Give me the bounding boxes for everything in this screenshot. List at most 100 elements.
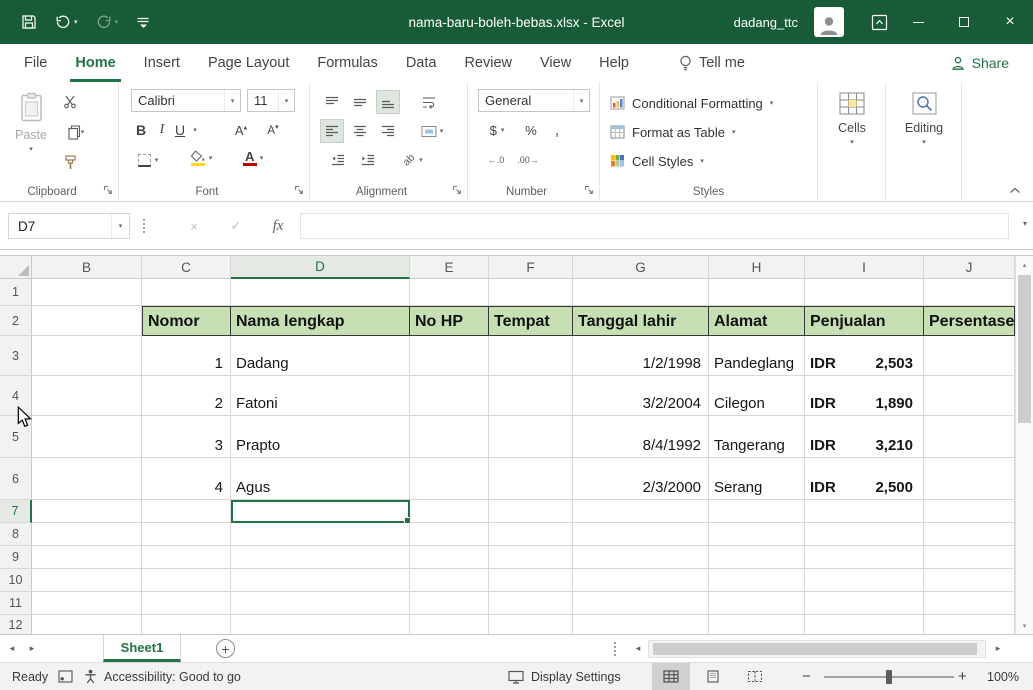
cell-F6[interactable] bbox=[489, 458, 573, 500]
page-break-view-button[interactable] bbox=[736, 663, 774, 690]
cell-E8[interactable] bbox=[410, 523, 489, 546]
cut-button[interactable] bbox=[58, 90, 82, 114]
cell-E7[interactable] bbox=[410, 500, 489, 523]
cell-H2[interactable]: Alamat bbox=[709, 306, 805, 336]
underline-dropdown-icon[interactable]: ▾ bbox=[189, 118, 201, 142]
accounting-dropdown-icon[interactable]: ▾ bbox=[501, 126, 505, 134]
confirm-entry-button[interactable]: ✓ bbox=[222, 213, 250, 239]
cell-G12[interactable] bbox=[573, 615, 709, 634]
cell-B4[interactable] bbox=[32, 376, 142, 416]
orientation-button[interactable]: ab ▾ bbox=[396, 148, 430, 172]
cell-G5[interactable]: 8/4/1992 bbox=[573, 416, 709, 458]
cell-J11[interactable] bbox=[924, 592, 1015, 615]
cell-F9[interactable] bbox=[489, 546, 573, 569]
cell-D10[interactable] bbox=[231, 569, 410, 592]
cell-H10[interactable] bbox=[709, 569, 805, 592]
cell-G4[interactable]: 3/2/2004 bbox=[573, 376, 709, 416]
increase-font-size-button[interactable]: A▴ bbox=[227, 118, 255, 142]
cells-button[interactable]: Cells ▾ bbox=[829, 88, 875, 178]
cell-J8[interactable] bbox=[924, 523, 1015, 546]
cell-I10[interactable] bbox=[805, 569, 924, 592]
cell-J12[interactable] bbox=[924, 615, 1015, 634]
cell-I9[interactable] bbox=[805, 546, 924, 569]
ribbon-tab-page-layout[interactable]: Page Layout bbox=[194, 44, 303, 82]
align-left-button[interactable] bbox=[320, 119, 344, 143]
undo-button[interactable]: ▾ bbox=[48, 6, 85, 38]
cell-B3[interactable] bbox=[32, 336, 142, 376]
column-header-H[interactable]: H bbox=[709, 256, 805, 279]
align-center-button[interactable] bbox=[348, 119, 372, 143]
cell-I12[interactable] bbox=[805, 615, 924, 634]
cell-D4[interactable]: Fatoni bbox=[231, 376, 410, 416]
cell-E12[interactable] bbox=[410, 615, 489, 634]
cell-E6[interactable] bbox=[410, 458, 489, 500]
cell-D11[interactable] bbox=[231, 592, 410, 615]
cell-C7[interactable] bbox=[142, 500, 231, 523]
expand-formula-bar-icon[interactable]: ▾ bbox=[1023, 219, 1027, 228]
top-align-button[interactable] bbox=[320, 90, 344, 114]
name-box-dropdown-icon[interactable]: ▾ bbox=[111, 214, 129, 238]
cell-I2[interactable]: Penjualan bbox=[805, 306, 924, 336]
cell-B7[interactable] bbox=[32, 500, 142, 523]
underline-button[interactable]: U bbox=[171, 118, 189, 142]
vertical-scrollbar-thumb[interactable] bbox=[1018, 275, 1031, 423]
merge-center-button[interactable]: ▾ bbox=[414, 119, 450, 143]
redo-button[interactable]: ▾ bbox=[89, 6, 126, 38]
row-header-5[interactable]: 5 bbox=[0, 416, 32, 458]
copy-button[interactable]: ▾ bbox=[58, 120, 94, 144]
display-settings-button[interactable]: Display Settings bbox=[508, 663, 621, 690]
cell-C3[interactable]: 1 bbox=[142, 336, 231, 376]
close-button[interactable]: × bbox=[987, 0, 1033, 44]
cell-D7[interactable] bbox=[231, 500, 410, 523]
cell-C11[interactable] bbox=[142, 592, 231, 615]
cell-F3[interactable] bbox=[489, 336, 573, 376]
column-header-C[interactable]: C bbox=[142, 256, 231, 279]
macro-record-button[interactable] bbox=[58, 663, 73, 690]
cell-E1[interactable] bbox=[410, 279, 489, 306]
cell-F12[interactable] bbox=[489, 615, 573, 634]
cell-G6[interactable]: 2/3/2000 bbox=[573, 458, 709, 500]
number-format-dropdown-icon[interactable]: ▾ bbox=[573, 90, 589, 111]
collapse-ribbon-button[interactable] bbox=[1009, 187, 1021, 194]
horizontal-scrollbar-thumb[interactable] bbox=[653, 643, 977, 655]
decrease-decimal-button[interactable]: .00→ bbox=[514, 148, 542, 172]
cell-F4[interactable] bbox=[489, 376, 573, 416]
number-format-select[interactable]: General▾ bbox=[478, 89, 590, 112]
cell-B1[interactable] bbox=[32, 279, 142, 306]
fill-color-dropdown-icon[interactable]: ▾ bbox=[209, 154, 213, 162]
normal-view-button[interactable] bbox=[652, 663, 690, 690]
zoom-level[interactable]: 100% bbox=[987, 663, 1019, 690]
cell-H7[interactable] bbox=[709, 500, 805, 523]
cell-G8[interactable] bbox=[573, 523, 709, 546]
cell-C1[interactable] bbox=[142, 279, 231, 306]
cell-E4[interactable] bbox=[410, 376, 489, 416]
vertical-scrollbar[interactable]: ▴ ▾ bbox=[1015, 255, 1033, 634]
ribbon-display-options-button[interactable] bbox=[864, 6, 895, 38]
row-header-6[interactable]: 6 bbox=[0, 458, 32, 500]
ribbon-tab-view[interactable]: View bbox=[526, 44, 585, 82]
minimize-button[interactable] bbox=[895, 0, 941, 44]
cell-B11[interactable] bbox=[32, 592, 142, 615]
font-color-dropdown-icon[interactable]: ▾ bbox=[260, 154, 264, 162]
cell-G7[interactable] bbox=[573, 500, 709, 523]
ribbon-tab-help[interactable]: Help bbox=[585, 44, 643, 82]
borders-dropdown-icon[interactable]: ▾ bbox=[155, 156, 159, 164]
cell-D6[interactable]: Agus bbox=[231, 458, 410, 500]
cell-C9[interactable] bbox=[142, 546, 231, 569]
decrease-indent-button[interactable] bbox=[326, 148, 350, 172]
cell-B10[interactable] bbox=[32, 569, 142, 592]
select-all-corner[interactable] bbox=[0, 256, 32, 279]
column-header-J[interactable]: J bbox=[924, 256, 1015, 279]
accounting-format-button[interactable]: $ ▾ bbox=[482, 118, 512, 142]
cell-H4[interactable]: Cilegon bbox=[709, 376, 805, 416]
cell-I6[interactable]: IDR2,500 bbox=[805, 458, 924, 500]
row-header-7[interactable]: 7 bbox=[0, 500, 32, 523]
cell-E5[interactable] bbox=[410, 416, 489, 458]
cell-I8[interactable] bbox=[805, 523, 924, 546]
page-layout-view-button[interactable] bbox=[694, 663, 732, 690]
cell-I4[interactable]: IDR1,890 bbox=[805, 376, 924, 416]
number-dialog-launcher[interactable] bbox=[583, 184, 595, 196]
formula-bar-handle[interactable] bbox=[142, 218, 146, 234]
cell-I1[interactable] bbox=[805, 279, 924, 306]
cell-C4[interactable]: 2 bbox=[142, 376, 231, 416]
